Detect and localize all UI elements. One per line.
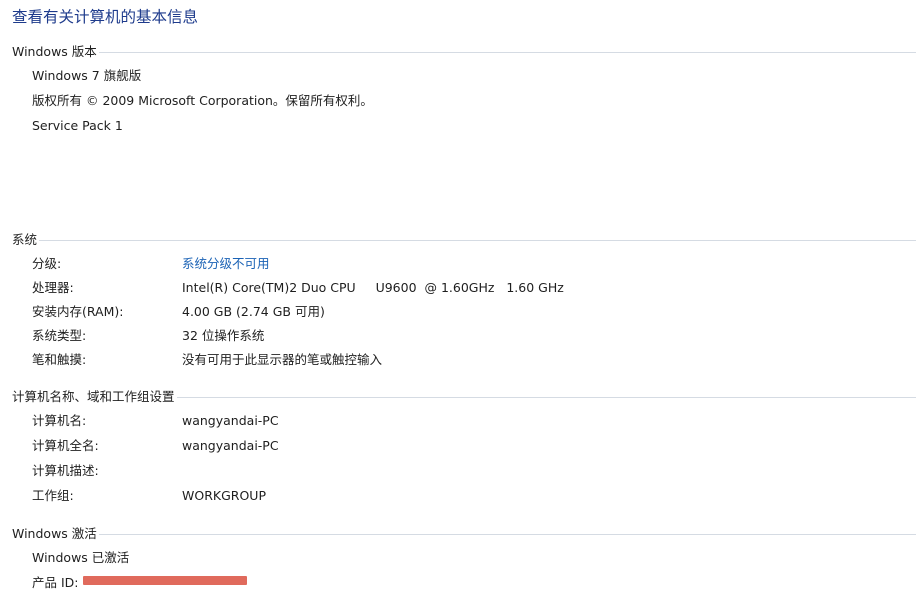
system-header: 系统 <box>12 230 916 247</box>
computer-name-value: wangyandai-PC <box>182 413 279 428</box>
activation-section: Windows 激活 <box>12 524 916 541</box>
pen-touch-value: 没有可用于此显示器的笔或触控输入 <box>182 352 383 367</box>
windows-edition-title: Windows 版本 <box>12 43 97 59</box>
windows-edition-section: Windows 版本 <box>12 42 916 59</box>
full-computer-name-label: 计算机全名: <box>32 438 99 453</box>
system-section: 系统 <box>12 230 916 247</box>
system-type-label: 系统类型: <box>32 328 87 343</box>
section-divider <box>98 533 916 535</box>
computer-name-title: 计算机名称、域和工作组设置 <box>12 388 175 404</box>
ram-value: 4.00 GB (2.74 GB 可用) <box>182 304 325 319</box>
section-divider <box>39 239 916 241</box>
section-divider <box>176 396 916 398</box>
computer-description-label: 计算机描述: <box>32 463 99 478</box>
service-pack: Service Pack 1 <box>32 118 123 133</box>
copyright-text: 版权所有 © 2009 Microsoft Corporation。保留所有权利… <box>32 93 373 108</box>
processor-label: 处理器: <box>32 280 74 295</box>
workgroup-value: WORKGROUP <box>182 488 266 503</box>
rating-label: 分级: <box>32 256 62 271</box>
computer-name-label: 计算机名: <box>32 413 87 428</box>
product-id-label: 产品 ID: <box>32 575 79 590</box>
computer-name-header: 计算机名称、域和工作组设置 <box>12 387 916 404</box>
activation-title: Windows 激活 <box>12 525 97 541</box>
system-type-value: 32 位操作系统 <box>182 328 265 343</box>
windows-edition-name: Windows 7 旗舰版 <box>32 68 142 83</box>
processor-value: Intel(R) Core(TM)2 Duo CPU U9600 @ 1.60G… <box>182 280 564 295</box>
section-divider <box>98 51 916 53</box>
full-computer-name-value: wangyandai-PC <box>182 438 279 453</box>
ram-label: 安装内存(RAM): <box>32 304 124 319</box>
windows-edition-header: Windows 版本 <box>12 42 916 59</box>
system-title: 系统 <box>12 231 38 247</box>
pen-touch-label: 笔和触摸: <box>32 352 87 367</box>
computer-name-section: 计算机名称、域和工作组设置 <box>12 387 916 404</box>
product-id-redaction <box>83 576 247 585</box>
workgroup-label: 工作组: <box>32 488 74 503</box>
rating-link[interactable]: 系统分级不可用 <box>182 256 270 272</box>
activation-header: Windows 激活 <box>12 524 916 541</box>
page-title: 查看有关计算机的基本信息 <box>12 8 199 26</box>
activation-status: Windows 已激活 <box>32 550 130 565</box>
